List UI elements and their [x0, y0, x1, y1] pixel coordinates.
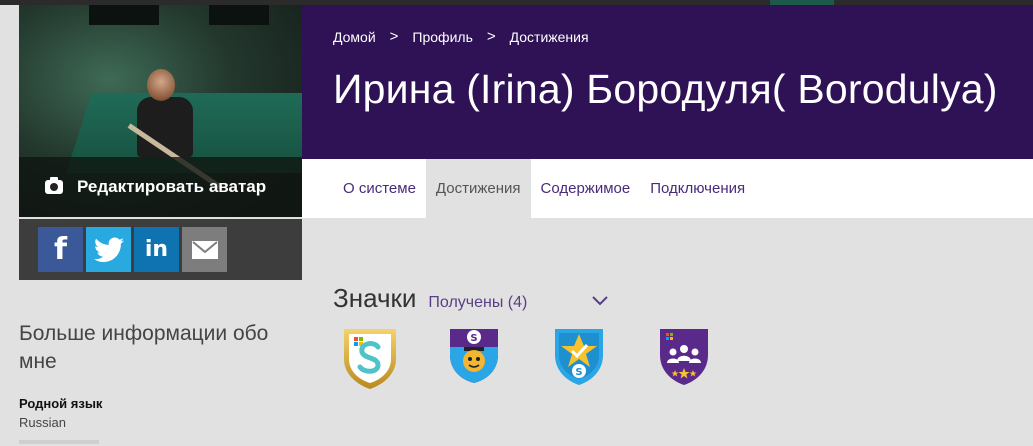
svg-text:S: S: [470, 333, 477, 344]
person-head-shape: [147, 69, 175, 101]
profile-tabs: О системе Достижения Содержимое Подключе…: [333, 159, 755, 218]
native-language-value: Russian: [19, 415, 66, 430]
camera-icon: [45, 177, 63, 194]
chevron-down-icon[interactable]: [591, 293, 609, 307]
share-bar: f in: [19, 219, 302, 280]
badges-header: Значки Получены (4): [333, 283, 527, 314]
about-title: Больше информации обо мне: [19, 322, 269, 373]
avatar[interactable]: Редактировать аватар: [19, 5, 302, 217]
cut-off-text-stub: [19, 440, 99, 444]
tab-content[interactable]: Содержимое: [531, 159, 641, 218]
email-icon: [191, 240, 218, 259]
breadcrumb-home[interactable]: Домой: [333, 29, 376, 45]
svg-text:S: S: [575, 367, 582, 378]
facebook-icon: f: [53, 232, 68, 267]
lamp-shape: [209, 5, 269, 25]
profile-name: Ирина (Irina) Бородуля( Borodulya): [333, 66, 998, 112]
skype-mentor-shield-icon[interactable]: S: [448, 325, 500, 385]
lamp-shape: [89, 5, 159, 25]
tab-connections[interactable]: Подключения: [640, 159, 755, 218]
skype-star-shield-icon[interactable]: S: [553, 325, 605, 387]
twitter-share-button[interactable]: [86, 227, 131, 272]
linkedin-icon: in: [144, 237, 169, 262]
breadcrumb-achievements[interactable]: Достижения: [510, 29, 589, 45]
tab-about[interactable]: О системе: [333, 159, 426, 218]
breadcrumb: Домой > Профиль > Достижения: [333, 28, 589, 45]
badges-title: Значки: [333, 283, 417, 313]
twitter-icon: [93, 237, 124, 262]
badges-filter-label[interactable]: Получены (4): [428, 294, 527, 312]
breadcrumb-profile[interactable]: Профиль: [412, 29, 472, 45]
microsoft-community-shield-icon[interactable]: [658, 325, 710, 387]
tab-achievements[interactable]: Достижения: [425, 159, 531, 218]
edit-avatar-button[interactable]: Редактировать аватар: [19, 157, 302, 217]
facebook-share-button[interactable]: f: [38, 227, 83, 272]
breadcrumb-separator: >: [486, 28, 496, 45]
breadcrumb-separator: >: [389, 28, 399, 45]
microsoft-s-shield-icon[interactable]: [340, 325, 400, 391]
edit-avatar-label: Редактировать аватар: [77, 177, 267, 196]
linkedin-share-button[interactable]: in: [134, 227, 179, 272]
email-share-button[interactable]: [182, 227, 227, 272]
native-language-label: Родной язык: [19, 396, 103, 411]
